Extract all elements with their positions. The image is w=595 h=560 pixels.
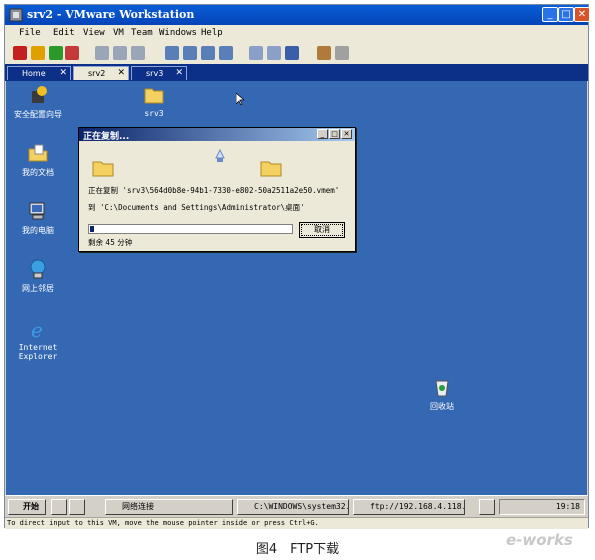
view-toggle-icon[interactable] bbox=[285, 46, 299, 60]
snapshot-manager-icon[interactable] bbox=[131, 46, 145, 60]
time-remaining-text: 剩余 45 分钟 bbox=[88, 238, 133, 247]
taskbar-button-cmd[interactable]: C:\WINDOWS\system32... bbox=[237, 499, 349, 515]
taskbar-arrange-icon[interactable] bbox=[479, 499, 495, 515]
revert-snapshot-icon[interactable] bbox=[113, 46, 127, 60]
desktop-icon-security-wizard[interactable]: 安全配置向导 bbox=[8, 85, 68, 120]
summary-view-icon[interactable] bbox=[165, 46, 179, 60]
recycle-bin-icon bbox=[435, 380, 449, 397]
taskbar-button-network[interactable]: 网络连接 bbox=[105, 499, 233, 515]
close-button[interactable]: ✕ bbox=[574, 7, 590, 22]
menu-help[interactable]: Help bbox=[201, 28, 223, 38]
title-bar[interactable]: srv2 - VMware Workstation _ □ ✕ bbox=[5, 5, 590, 25]
guest-taskbar: 开始 网络连接 C:\WINDOWS\system32... ftp://192… bbox=[5, 495, 588, 518]
quicklaunch-ie-icon[interactable] bbox=[69, 499, 85, 515]
window-title: srv2 - VMware Workstation bbox=[27, 8, 195, 21]
copy-progress-bar bbox=[88, 224, 293, 234]
desktop-icon-internet-explorer[interactable]: e Internet Explorer bbox=[8, 318, 68, 361]
desktop-icon-recycle-bin[interactable]: 回收站 bbox=[412, 377, 472, 412]
flying-document-icon bbox=[215, 148, 225, 162]
tab-srv2[interactable]: srv2 ✕ bbox=[73, 66, 129, 80]
dialog-maximize-button[interactable]: □ bbox=[329, 129, 340, 139]
tab-srv3[interactable]: srv3 ✕ bbox=[131, 66, 187, 80]
close-tab-icon[interactable]: ✕ bbox=[59, 68, 67, 78]
folder-icon bbox=[144, 88, 164, 104]
menu-file[interactable]: File bbox=[19, 28, 41, 38]
internet-explorer-icon: e bbox=[31, 318, 43, 342]
system-tray: 19:18 bbox=[499, 499, 585, 515]
vm-tabs: Home ✕ srv2 ✕ srv3 ✕ bbox=[5, 64, 588, 81]
start-button[interactable]: 开始 bbox=[8, 499, 46, 515]
team-icon[interactable] bbox=[317, 46, 331, 60]
network-places-icon bbox=[30, 259, 46, 279]
console-view-icon[interactable] bbox=[183, 46, 197, 60]
clock: 19:18 bbox=[555, 502, 580, 511]
dialog-title-bar[interactable]: 正在复制... _ □ ✕ bbox=[79, 128, 355, 142]
destination-folder-icon bbox=[260, 161, 282, 177]
copy-progress-dialog: 正在复制... _ □ ✕ 正在复制 'srv3\564d0b8e-94b1-7… bbox=[78, 127, 356, 252]
snapshot-icon[interactable] bbox=[95, 46, 109, 60]
desktop-icon-my-documents[interactable]: 我的文档 bbox=[8, 143, 68, 178]
power-on-icon[interactable] bbox=[49, 46, 63, 60]
tab-home[interactable]: Home ✕ bbox=[7, 66, 71, 80]
close-tab-icon[interactable]: ✕ bbox=[175, 68, 183, 78]
toolbar bbox=[5, 43, 588, 65]
source-folder-icon bbox=[92, 161, 114, 177]
menu-windows[interactable]: Windows bbox=[159, 28, 197, 38]
power-off-icon[interactable] bbox=[13, 46, 27, 60]
menu-view[interactable]: View bbox=[83, 28, 105, 38]
menu-bar: File Edit View VM Team Windows Help bbox=[5, 25, 588, 44]
my-documents-icon bbox=[28, 144, 48, 162]
cancel-button[interactable]: 取消 bbox=[299, 222, 345, 238]
menu-vm[interactable]: VM bbox=[113, 28, 124, 38]
close-tab-icon[interactable]: ✕ bbox=[117, 68, 125, 78]
reset-icon[interactable] bbox=[65, 46, 79, 60]
menu-team[interactable]: Team bbox=[131, 28, 153, 38]
maximize-button[interactable]: □ bbox=[558, 7, 574, 22]
vmware-window: srv2 - VMware Workstation _ □ ✕ File Edi… bbox=[4, 4, 590, 529]
unity-icon[interactable] bbox=[219, 46, 233, 60]
suspend-icon[interactable] bbox=[31, 46, 45, 60]
my-computer-icon bbox=[29, 202, 45, 220]
svg-text:e-works: e-works bbox=[506, 531, 573, 549]
e-works-watermark: e-works bbox=[500, 527, 590, 551]
desktop-icon-network-places[interactable]: 网上邻居 bbox=[8, 259, 68, 294]
taskbar-button-ftp[interactable]: ftp://192.168.4.118... bbox=[353, 499, 465, 515]
mouse-pointer-icon bbox=[236, 93, 244, 105]
clone-icon[interactable] bbox=[335, 46, 349, 60]
dialog-minimize-button[interactable]: _ bbox=[317, 129, 328, 139]
vmware-app-icon bbox=[9, 8, 23, 22]
progress-fill bbox=[90, 226, 95, 232]
svg-text:e: e bbox=[31, 319, 43, 339]
desktop-icon-my-computer[interactable]: 我的电脑 bbox=[8, 201, 68, 236]
menu-edit[interactable]: Edit bbox=[53, 28, 75, 38]
copy-source-text: 正在复制 'srv3\564d0b8e-94b1-7330-e802-50a25… bbox=[88, 186, 340, 195]
quicklaunch-desktop-icon[interactable] bbox=[51, 499, 67, 515]
fullscreen-icon[interactable] bbox=[201, 46, 215, 60]
dialog-close-button[interactable]: ✕ bbox=[341, 129, 352, 139]
minimize-button[interactable]: _ bbox=[542, 7, 558, 22]
view-toggle-icon[interactable] bbox=[267, 46, 281, 60]
desktop-icon-srv3[interactable]: srv3 bbox=[124, 85, 184, 118]
guest-desktop[interactable]: 安全配置向导 srv3 我的文档 我的电脑 网上邻居 e Internet Ex… bbox=[6, 81, 587, 495]
security-wizard-icon bbox=[32, 86, 47, 103]
view-toggle-icon[interactable] bbox=[249, 46, 263, 60]
copy-destination-text: 到 'C:\Documents and Settings\Administrat… bbox=[88, 203, 305, 212]
